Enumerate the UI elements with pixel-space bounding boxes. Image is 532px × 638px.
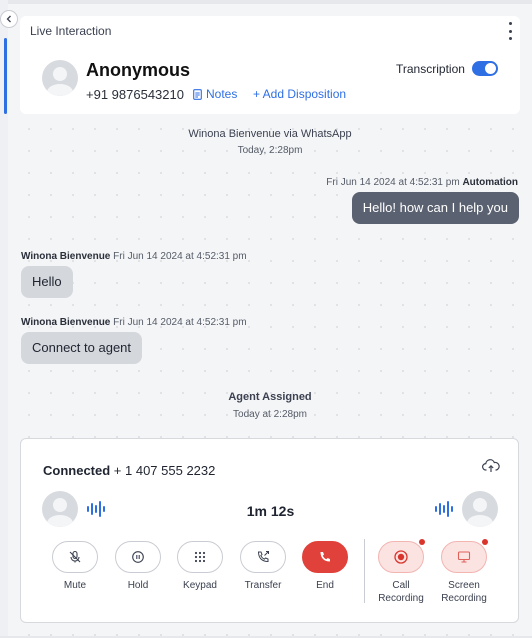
more-options-icon[interactable]	[504, 22, 516, 40]
phone-end-icon	[320, 552, 330, 562]
mute-label: Mute	[63, 580, 87, 591]
message-timestamp: Fri Jun 14 2024 at 4:52:31 pm	[326, 177, 460, 188]
call-status: Connected + 1 407 555 2232	[43, 463, 215, 478]
screen-recording-button[interactable]: Screen Recording	[441, 539, 488, 605]
hold-label: Hold	[127, 580, 149, 591]
message-meta: Winona Bienvenue Fri Jun 14 2024 at 4:52…	[21, 317, 247, 328]
call-number: + 1 407 555 2232	[113, 463, 216, 478]
contact-phone: +91 9876543210	[86, 87, 184, 102]
audio-wave-icon	[435, 501, 453, 517]
record-icon	[394, 550, 408, 564]
transcription-toggle[interactable]	[472, 61, 498, 76]
collapse-button[interactable]	[0, 10, 18, 28]
add-disposition-link[interactable]: + Add Disposition	[253, 87, 346, 101]
screen-recording-label: Screen Recording	[441, 580, 487, 604]
recording-indicator	[482, 539, 488, 545]
message-meta: Fri Jun 14 2024 at 4:52:31 pm Automation	[326, 177, 518, 188]
pause-icon	[132, 551, 144, 563]
call-recording-button[interactable]: Call Recording	[378, 539, 425, 605]
end-call-button[interactable]: End	[302, 541, 348, 592]
caller-avatar	[462, 491, 498, 527]
message-timestamp: Fri Jun 14 2024 at 4:52:31 pm	[113, 317, 247, 328]
chevron-left-icon	[6, 15, 11, 23]
mic-off-icon	[69, 550, 81, 563]
message-sender: Winona Bienvenue	[21, 317, 111, 328]
agent-assigned-title: Agent Assigned	[228, 391, 312, 403]
controls-divider	[364, 539, 365, 603]
tab-live-interaction[interactable]: Live Interaction	[22, 18, 120, 44]
phone-transfer-icon	[257, 551, 269, 563]
message-timestamp: Fri Jun 14 2024 at 4:52:31 pm	[113, 251, 247, 262]
notes-label: Notes	[206, 87, 238, 101]
keypad-button[interactable]: Keypad	[177, 541, 223, 592]
keypad-icon	[194, 551, 206, 563]
agent-assigned-time: Today at 2:28pm	[233, 409, 307, 420]
call-recording-label: Call Recording	[378, 580, 424, 604]
recording-indicator	[419, 539, 425, 545]
channel-time: Today, 2:28pm	[237, 145, 303, 156]
call-control-card: Connected + 1 407 555 2232 1m 12s Mute H…	[20, 438, 519, 623]
message-sender: Automation	[462, 177, 518, 188]
message-sender: Winona Bienvenue	[21, 251, 111, 262]
add-disposition-label: + Add Disposition	[253, 87, 347, 101]
end-label: End	[316, 580, 334, 591]
transfer-label: Transfer	[244, 580, 282, 591]
transfer-button[interactable]: Transfer	[240, 541, 286, 592]
monitor-icon	[457, 551, 471, 563]
contact-name: Anonymous	[86, 60, 191, 80]
message-meta: Winona Bienvenue Fri Jun 14 2024 at 4:52…	[21, 251, 247, 262]
message-bubble-outgoing: Hello! how can I help you	[351, 192, 519, 224]
contact-avatar	[42, 60, 78, 96]
cloud-upload-icon[interactable]	[482, 459, 500, 473]
active-indicator	[4, 38, 7, 114]
agent-assigned-notice: Agent Assigned Today at 2:28pm	[20, 391, 520, 420]
call-status-label: Connected	[43, 463, 111, 478]
channel-info: Winona Bienvenue via WhatsApp Today, 2:2…	[20, 128, 520, 156]
document-icon	[193, 88, 202, 100]
notes-link[interactable]: Notes	[193, 87, 237, 101]
message-bubble-incoming: Hello	[21, 266, 73, 298]
transcription-label: Transcription	[396, 62, 465, 76]
mute-button[interactable]: Mute	[52, 541, 98, 592]
channel-title: Winona Bienvenue via WhatsApp	[188, 128, 352, 140]
keypad-label: Keypad	[183, 580, 217, 591]
hold-button[interactable]: Hold	[115, 541, 161, 592]
message-bubble-incoming: Connect to agent	[21, 332, 143, 364]
